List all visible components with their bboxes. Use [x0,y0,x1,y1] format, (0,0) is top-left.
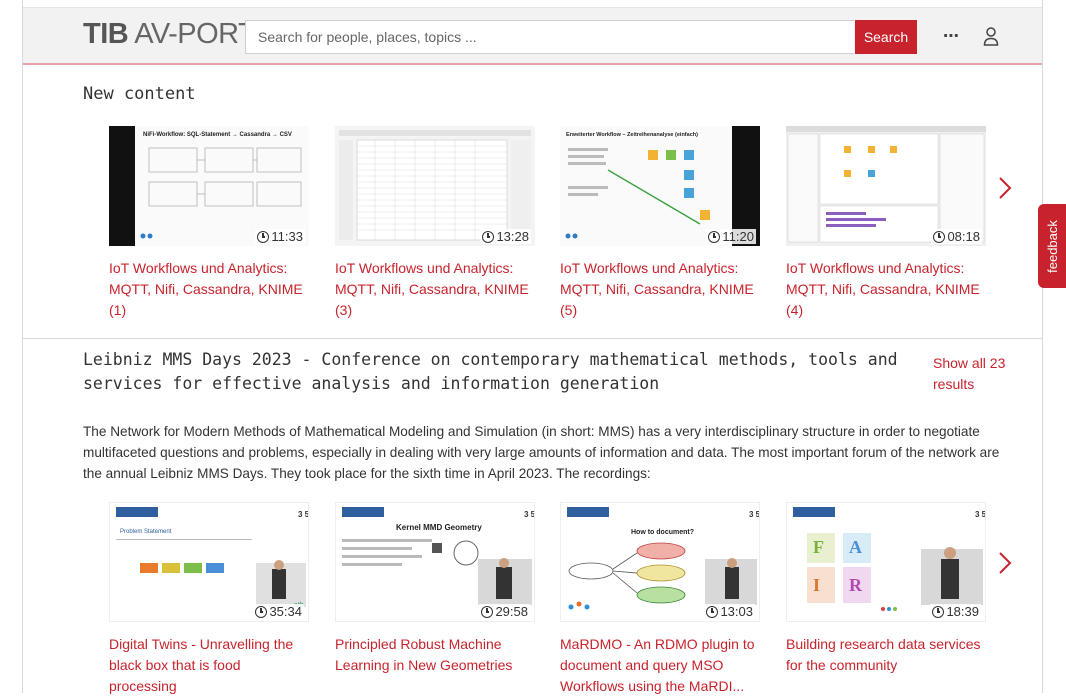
video-thumbnail[interactable]: 3 5 Kernel MMD Geometry 29:58 [335,502,535,622]
show-all-results-link[interactable]: Show all 23 results [933,353,1023,395]
new-content-heading: New content [83,84,196,104]
video-duration: 13:28 [480,229,531,244]
svg-text:F: F [813,537,824,557]
video-card[interactable]: 3 5 How to document? 13:03 MaRDMO - An R… [560,502,760,697]
feedback-tab[interactable]: feedback [1038,204,1066,288]
clock-icon [482,230,495,243]
collection-heading: Leibniz MMS Days 2023 - Conference on co… [83,350,898,393]
video-title-link[interactable]: Principled Robust Machine Learning in Ne… [335,634,535,676]
svg-text:R: R [849,575,863,595]
feedback-label: feedback [1044,219,1060,273]
clock-icon [708,230,721,243]
more-options-icon[interactable]: ⋯ [943,26,960,46]
video-card[interactable]: 08:18 IoT Workflows und Analytics: MQTT,… [786,126,986,321]
video-thumbnail[interactable]: 3 5 atb Problem Statement 35:34 [109,502,309,622]
site-header: TIB AV-PORTAL Search ⋯ [23,7,1042,65]
svg-text:3 5: 3 5 [749,510,760,519]
carousel-next-icon[interactable] [998,176,1012,200]
svg-text:3 5: 3 5 [298,510,309,519]
video-duration: 13:03 [704,604,755,619]
duration-text: 18:39 [946,604,979,619]
slide-heading: How to document? [631,529,694,536]
page-frame: TIB AV-PORTAL Search ⋯ New content NiFi-… [22,0,1043,694]
video-thumbnail[interactable]: 3 5 How to document? 13:03 [560,502,760,622]
video-duration: 11:33 [255,229,305,244]
video-title-link[interactable]: IoT Workflows und Analytics: MQTT, Nifi,… [109,258,309,321]
video-duration: 35:34 [253,604,304,619]
video-card[interactable]: Erweiterter Workflow – Zeitreihenanalyse… [560,126,760,321]
video-thumbnail[interactable]: Erweiterter Workflow – Zeitreihenanalyse… [560,126,760,246]
video-thumbnail[interactable]: 13:28 [335,126,535,246]
duration-text: 08:18 [947,229,980,244]
video-thumbnail[interactable]: NiFi-Workflow: SQL-Statement → Cassandra… [109,126,309,246]
carousel-next-icon[interactable] [998,551,1012,575]
video-thumbnail[interactable]: 08:18 [786,126,986,246]
duration-text: 35:34 [269,604,302,619]
video-duration: 11:20 [706,229,756,244]
svg-text:3 5: 3 5 [975,510,986,519]
svg-text:3 5: 3 5 [524,510,535,519]
video-card[interactable]: 3 5 F A I R 18:39 Building research data… [786,502,986,676]
collection-description: The Network for Modern Methods of Mathem… [83,424,1000,481]
video-card[interactable]: 3 5 Kernel MMD Geometry 29:58 Principled… [335,502,535,676]
video-card[interactable]: 13:28 IoT Workflows und Analytics: MQTT,… [335,126,535,321]
duration-text: 13:28 [496,229,529,244]
search-button[interactable]: Search [855,20,917,54]
video-title-link[interactable]: Building research data services for the … [786,634,986,676]
duration-text: 11:33 [271,229,303,244]
video-thumbnail[interactable]: 3 5 F A I R 18:39 [786,502,986,622]
logo-tib: TIB [83,18,129,50]
clock-icon [933,230,946,243]
video-card[interactable]: NiFi-Workflow: SQL-Statement → Cassandra… [109,126,309,321]
user-account-icon[interactable] [983,26,999,48]
clock-icon [257,230,270,243]
svg-text:A: A [849,537,862,557]
clock-icon [255,605,268,618]
video-duration: 29:58 [479,604,530,619]
clock-icon [932,605,945,618]
duration-text: 13:03 [720,604,753,619]
slide-heading: Kernel MMD Geometry [396,523,482,532]
video-title-link[interactable]: IoT Workflows und Analytics: MQTT, Nifi,… [786,258,986,321]
video-title-link[interactable]: Digital Twins - Unravelling the black bo… [109,634,309,697]
search-input[interactable] [245,20,854,54]
slide-heading: Problem Statement [120,529,172,535]
video-title-link[interactable]: IoT Workflows und Analytics: MQTT, Nifi,… [560,258,760,321]
video-duration: 18:39 [930,604,981,619]
clock-icon [481,605,494,618]
duration-text: 11:20 [722,229,754,244]
section-divider [23,338,1042,339]
video-duration: 08:18 [931,229,982,244]
svg-text:I: I [813,575,820,595]
video-card[interactable]: 3 5 atb Problem Statement 35:34 Digital … [109,502,309,697]
video-title-link[interactable]: IoT Workflows und Analytics: MQTT, Nifi,… [335,258,535,321]
duration-text: 29:58 [495,604,528,619]
clock-icon [706,605,719,618]
video-title-link[interactable]: MaRDMO - An RDMO plugin to document and … [560,634,760,697]
